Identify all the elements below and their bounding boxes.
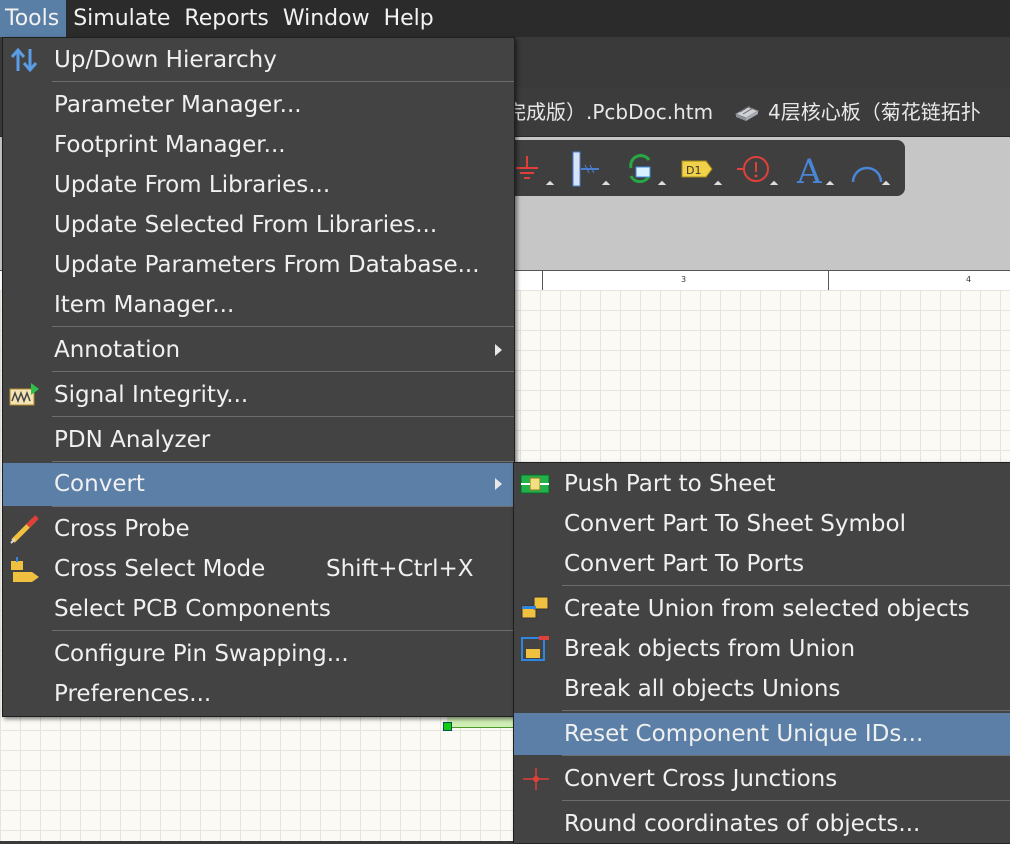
menu-item-label: Parameter Manager... <box>54 92 302 118</box>
menu-item-annotation[interactable]: Annotation <box>3 330 514 370</box>
signal-integrity-icon <box>9 383 39 406</box>
menu-item-label: Convert Part To Sheet Symbol <box>564 511 906 537</box>
create-union-icon <box>521 596 549 619</box>
cross-probe-icon <box>10 515 39 544</box>
menu-item-cross-probe[interactable]: Cross Probe <box>3 509 514 549</box>
menu-item-label: Select PCB Components <box>54 596 331 622</box>
place-power-port-button[interactable] <box>511 150 555 190</box>
menu-item-label: Round coordinates of objects... <box>564 811 921 837</box>
menu-window[interactable]: Window <box>276 0 377 37</box>
menu-item-label: Item Manager... <box>54 292 235 318</box>
menu-item-select-pcb-components[interactable]: Select PCB Components <box>3 589 514 629</box>
svg-text:A: A <box>796 152 822 190</box>
up-down-hierarchy-icon <box>10 47 38 73</box>
menu-item-cross-select-mode[interactable]: Cross Select Mode Shift+Ctrl+X <box>3 549 514 589</box>
break-union-icon <box>521 636 549 661</box>
place-directive-button[interactable] <box>735 150 779 190</box>
menu-item-signal-integrity[interactable]: Signal Integrity... <box>3 375 514 415</box>
menu-item-label: Annotation <box>54 337 181 363</box>
menu-item-convert-part-to-sheet-symbol[interactable]: Convert Part To Sheet Symbol <box>514 504 1010 544</box>
menu-item-update-parameters-from-database[interactable]: Update Parameters From Database... <box>3 245 514 285</box>
menu-item-label: Cross Probe <box>54 516 190 542</box>
submenu-arrow-icon <box>495 478 502 490</box>
document-tab-core-board[interactable]: 4层核心板（菊花链拓扑 <box>734 88 981 136</box>
menu-item-shortcut: Shift+Ctrl+X <box>326 556 474 582</box>
place-port-button[interactable]: D1 <box>679 150 723 190</box>
ruler-label: 4 <box>966 275 972 284</box>
tools-dropdown-menu: Up/Down Hierarchy Parameter Manager... F… <box>2 37 515 717</box>
menu-item-round-coordinates[interactable]: Round coordinates of objects... <box>514 804 1010 844</box>
menu-item-label: Up/Down Hierarchy <box>54 47 277 73</box>
menu-item-convert-part-to-ports[interactable]: Convert Part To Ports <box>514 544 1010 584</box>
convert-submenu: Push Part to Sheet Convert Part To Sheet… <box>513 462 1010 843</box>
menu-item-label: Convert Part To Ports <box>564 551 805 577</box>
document-tab-label: 已完成版）.PcbDoc.htm <box>486 100 714 124</box>
menu-item-label: Break objects from Union <box>564 636 856 662</box>
menu-tools[interactable]: Tools <box>0 0 67 37</box>
document-tab-pcbdoc-htm[interactable]: 已完成版）.PcbDoc.htm <box>486 88 713 136</box>
menu-item-label: Push Part to Sheet <box>564 471 776 497</box>
menu-item-label: Reset Component Unique IDs... <box>564 721 924 747</box>
wire-endpoint-handle[interactable] <box>443 722 452 731</box>
menu-item-convert-cross-junctions[interactable]: Convert Cross Junctions <box>514 759 1010 799</box>
place-device-sheet-button[interactable] <box>623 150 667 190</box>
place-harness-button[interactable] <box>567 150 611 190</box>
menu-item-up-down-hierarchy[interactable]: Up/Down Hierarchy <box>3 40 514 80</box>
menu-item-reset-component-unique-ids[interactable]: Reset Component Unique IDs... <box>514 713 1010 755</box>
menu-item-update-selected-from-libraries[interactable]: Update Selected From Libraries... <box>3 205 514 245</box>
schematic-bus-wire[interactable] <box>447 716 517 728</box>
menu-item-break-all-objects-unions[interactable]: Break all objects Unions <box>514 669 1010 709</box>
ruler-label: 3 <box>681 275 687 284</box>
menu-item-label: Update From Libraries... <box>54 172 331 198</box>
menu-item-break-objects-from-union[interactable]: Break objects from Union <box>514 629 1010 669</box>
document-tab-label: 4层核心板（菊花链拓扑 <box>768 100 981 124</box>
menu-item-configure-pin-swapping[interactable]: Configure Pin Swapping... <box>3 634 514 674</box>
svg-text:D1: D1 <box>686 164 701 177</box>
menu-simulate[interactable]: Simulate <box>66 0 177 37</box>
menu-item-pdn-analyzer[interactable]: PDN Analyzer <box>3 420 514 460</box>
menu-item-label: Preferences... <box>54 681 212 707</box>
menu-item-label: Cross Select Mode <box>54 556 266 582</box>
menu-item-label: Create Union from selected objects <box>564 596 970 622</box>
pcb-chip-icon <box>734 105 760 121</box>
menu-item-label: Signal Integrity... <box>54 382 249 408</box>
menu-item-label: Break all objects Unions <box>564 676 841 702</box>
cross-junction-icon <box>523 768 549 790</box>
menu-help[interactable]: Help <box>377 0 441 37</box>
menu-item-label: Update Parameters From Database... <box>54 252 480 278</box>
menu-item-parameter-manager[interactable]: Parameter Manager... <box>3 85 514 125</box>
menu-item-item-manager[interactable]: Item Manager... <box>3 285 514 325</box>
push-part-icon <box>520 474 550 494</box>
menu-item-preferences[interactable]: Preferences... <box>3 674 514 714</box>
menu-item-label: Update Selected From Libraries... <box>54 212 438 238</box>
place-arc-button[interactable] <box>847 150 891 190</box>
cross-select-icon <box>11 557 39 582</box>
menu-item-convert[interactable]: Convert <box>3 463 514 506</box>
menu-item-push-part-to-sheet[interactable]: Push Part to Sheet <box>514 464 1010 504</box>
menu-item-label: Convert <box>54 471 145 497</box>
menu-bar: Tools Simulate Reports Window Help <box>0 0 1010 37</box>
menu-item-update-from-libraries[interactable]: Update From Libraries... <box>3 165 514 205</box>
menu-item-create-union[interactable]: Create Union from selected objects <box>514 589 1010 629</box>
menu-item-label: Footprint Manager... <box>54 132 286 158</box>
active-bar-toolbar: D1 A <box>505 140 905 196</box>
menu-item-label: PDN Analyzer <box>54 427 211 453</box>
menu-item-footprint-manager[interactable]: Footprint Manager... <box>3 125 514 165</box>
menu-item-label: Convert Cross Junctions <box>564 766 838 792</box>
menu-reports[interactable]: Reports <box>177 0 275 37</box>
menu-item-label: Configure Pin Swapping... <box>54 641 349 667</box>
submenu-arrow-icon <box>495 344 502 356</box>
place-text-button[interactable]: A <box>791 150 835 192</box>
